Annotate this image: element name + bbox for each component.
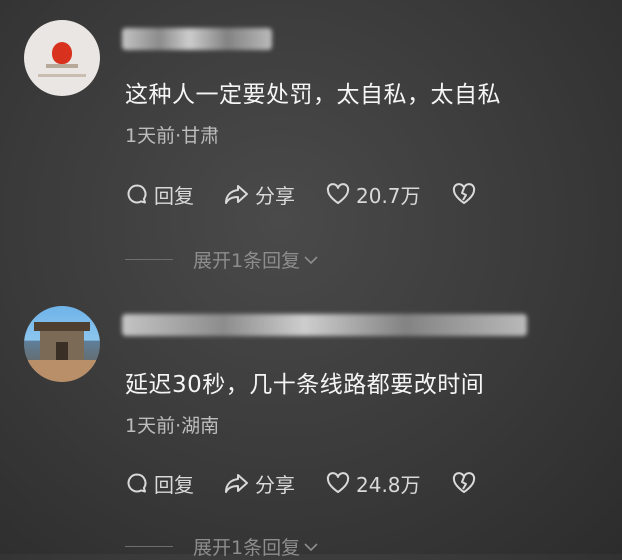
share-arrow-icon bbox=[225, 185, 248, 204]
reply-button[interactable]: 回复 bbox=[125, 180, 194, 209]
avatar[interactable] bbox=[24, 306, 100, 382]
comment-text: 延迟30秒，几十条线路都要改时间 bbox=[125, 372, 485, 398]
reply-button[interactable]: 回复 bbox=[125, 469, 194, 498]
share-label: 分享 bbox=[255, 183, 295, 208]
heart-icon bbox=[326, 183, 350, 204]
like-button[interactable]: 24.8万 bbox=[325, 469, 421, 498]
like-count: 20.7万 bbox=[356, 183, 421, 208]
comment-meta: 1天前·甘肃 bbox=[125, 125, 220, 147]
share-button[interactable]: 分享 bbox=[224, 469, 295, 498]
chevron-down-icon bbox=[304, 255, 318, 264]
share-button[interactable]: 分享 bbox=[224, 180, 295, 209]
comment-bubble-icon bbox=[127, 184, 147, 204]
dislike-button[interactable] bbox=[451, 182, 482, 206]
expand-label: 展开1条回复 bbox=[193, 537, 301, 559]
share-arrow-icon bbox=[225, 474, 248, 493]
username-blurred[interactable] bbox=[122, 314, 527, 336]
broken-heart-icon bbox=[452, 183, 475, 204]
comment-bubble-icon bbox=[127, 473, 147, 493]
divider bbox=[125, 259, 173, 260]
comment-text: 这种人一定要处罚，太自私，太自私 bbox=[125, 82, 501, 108]
divider bbox=[125, 546, 173, 547]
dislike-button[interactable] bbox=[451, 471, 482, 495]
username-blurred[interactable] bbox=[122, 28, 272, 50]
broken-heart-icon bbox=[452, 472, 475, 493]
like-button[interactable]: 20.7万 bbox=[325, 180, 421, 209]
heart-icon bbox=[326, 472, 350, 493]
expand-replies[interactable]: 展开1条回复 bbox=[125, 533, 319, 560]
reply-label: 回复 bbox=[154, 183, 194, 208]
chevron-down-icon bbox=[304, 542, 318, 551]
like-count: 24.8万 bbox=[356, 472, 421, 497]
share-label: 分享 bbox=[255, 472, 295, 497]
expand-replies[interactable]: 展开1条回复 bbox=[125, 246, 319, 273]
expand-label: 展开1条回复 bbox=[193, 250, 301, 272]
comment-actions: 回复 分享 24.8万 bbox=[125, 469, 512, 497]
reply-label: 回复 bbox=[154, 472, 194, 497]
comment-actions: 回复 分享 20.7万 bbox=[125, 180, 512, 208]
avatar[interactable] bbox=[24, 20, 100, 96]
comment-meta: 1天前·湖南 bbox=[125, 415, 220, 437]
